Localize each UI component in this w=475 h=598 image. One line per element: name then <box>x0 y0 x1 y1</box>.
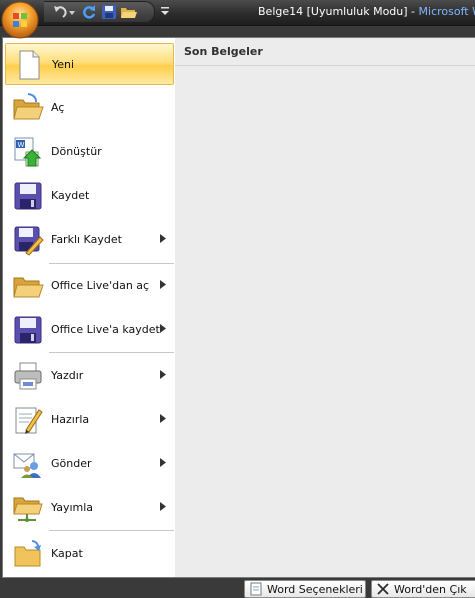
submenu-arrow-icon <box>160 234 166 243</box>
publish-icon <box>13 497 43 522</box>
close-icon <box>377 583 389 595</box>
menu-item-label: Gönder <box>51 457 92 470</box>
menu-item-send[interactable]: Gönder <box>5 443 174 485</box>
menu-separator <box>49 352 174 353</box>
quick-access-toolbar <box>44 1 155 23</box>
menu-item-label: Hazırla <box>51 413 90 426</box>
undo-dropdown-icon[interactable] <box>68 3 76 21</box>
menu-separator <box>49 263 174 264</box>
open-folder-icon <box>13 93 44 120</box>
convert-icon: W <box>14 137 42 167</box>
save-as-icon <box>14 226 44 256</box>
window-title: Belge14 [Uyumluluk Modu] - Microsoft Wo <box>258 5 475 18</box>
svg-text:W: W <box>18 141 25 149</box>
send-icon <box>13 453 41 478</box>
save-disk-icon <box>14 182 42 210</box>
menu-item-label: Dönüştür <box>51 145 102 158</box>
document-title: Belge14 [Uyumluluk Modu] <box>258 5 408 18</box>
submenu-arrow-icon <box>160 324 166 333</box>
recent-documents-header: Son Belgeler <box>175 38 475 66</box>
menu-item-label: Kapat <box>51 547 83 560</box>
customize-toolbar-icon[interactable] <box>160 4 170 18</box>
recent-documents-panel: Son Belgeler <box>175 38 475 577</box>
save-icon[interactable] <box>100 3 118 21</box>
menu-item-label: Yazdır <box>51 369 84 382</box>
menu-item-open-office-live[interactable]: Office Live'dan aç <box>5 265 174 307</box>
open-icon[interactable] <box>120 3 138 21</box>
submenu-arrow-icon <box>160 458 166 467</box>
open-folder-icon <box>13 277 44 298</box>
options-document-icon <box>250 582 262 596</box>
menu-item-convert[interactable]: W Dönüştür <box>5 131 174 173</box>
menu-item-label: Office Live'dan aç <box>51 279 150 292</box>
exit-word-button[interactable]: Word'den Çık <box>371 580 475 598</box>
word-options-label: Word Seçenekleri <box>267 583 363 596</box>
new-document-icon <box>19 50 40 80</box>
submenu-arrow-icon <box>160 370 166 379</box>
menu-item-print[interactable]: Yazdır <box>5 355 174 397</box>
menu-item-save-as[interactable]: Farklı Kaydet <box>5 219 174 261</box>
menu-item-label: Yeni <box>52 58 75 71</box>
title-separator: - <box>407 5 419 18</box>
submenu-arrow-icon <box>160 414 166 423</box>
menu-item-label: Farklı Kaydet <box>51 233 122 246</box>
menu-item-open[interactable]: Aç <box>5 87 174 129</box>
menu-commands: Yeni Aç W Dönüştür Kaydet Farklı Kaydet … <box>3 38 176 577</box>
menu-item-label: Aç <box>51 101 65 114</box>
menu-item-save[interactable]: Kaydet <box>5 175 174 217</box>
menu-item-label: Yayımla <box>51 501 94 514</box>
office-menu: Yeni Aç W Dönüştür Kaydet Farklı Kaydet … <box>2 37 475 578</box>
menu-item-close[interactable]: Kapat <box>5 533 174 575</box>
menu-footer: Word Seçenekleri Word'den Çık <box>0 578 475 598</box>
menu-item-new[interactable]: Yeni <box>5 43 174 85</box>
menu-item-label: Office Live'a kaydet <box>51 323 160 336</box>
menu-item-label: Kaydet <box>51 189 90 202</box>
printer-icon <box>14 362 42 390</box>
word-options-button[interactable]: Word Seçenekleri <box>244 580 366 598</box>
app-title: Microsoft Wo <box>418 5 475 18</box>
menu-item-save-office-live[interactable]: Office Live'a kaydet <box>5 309 174 351</box>
exit-word-label: Word'den Çık <box>394 583 467 596</box>
submenu-arrow-icon <box>160 280 166 289</box>
submenu-arrow-icon <box>160 502 166 511</box>
menu-item-prepare[interactable]: Hazırla <box>5 399 174 441</box>
close-folder-icon <box>14 540 41 567</box>
office-button[interactable] <box>0 0 40 40</box>
title-bar: Belge14 [Uyumluluk Modu] - Microsoft Wo <box>0 0 475 26</box>
redo-icon[interactable] <box>80 3 98 21</box>
menu-item-publish[interactable]: Yayımla <box>5 487 174 529</box>
save-disk-icon <box>14 316 42 344</box>
menu-separator <box>49 530 174 531</box>
prepare-icon <box>15 407 43 434</box>
